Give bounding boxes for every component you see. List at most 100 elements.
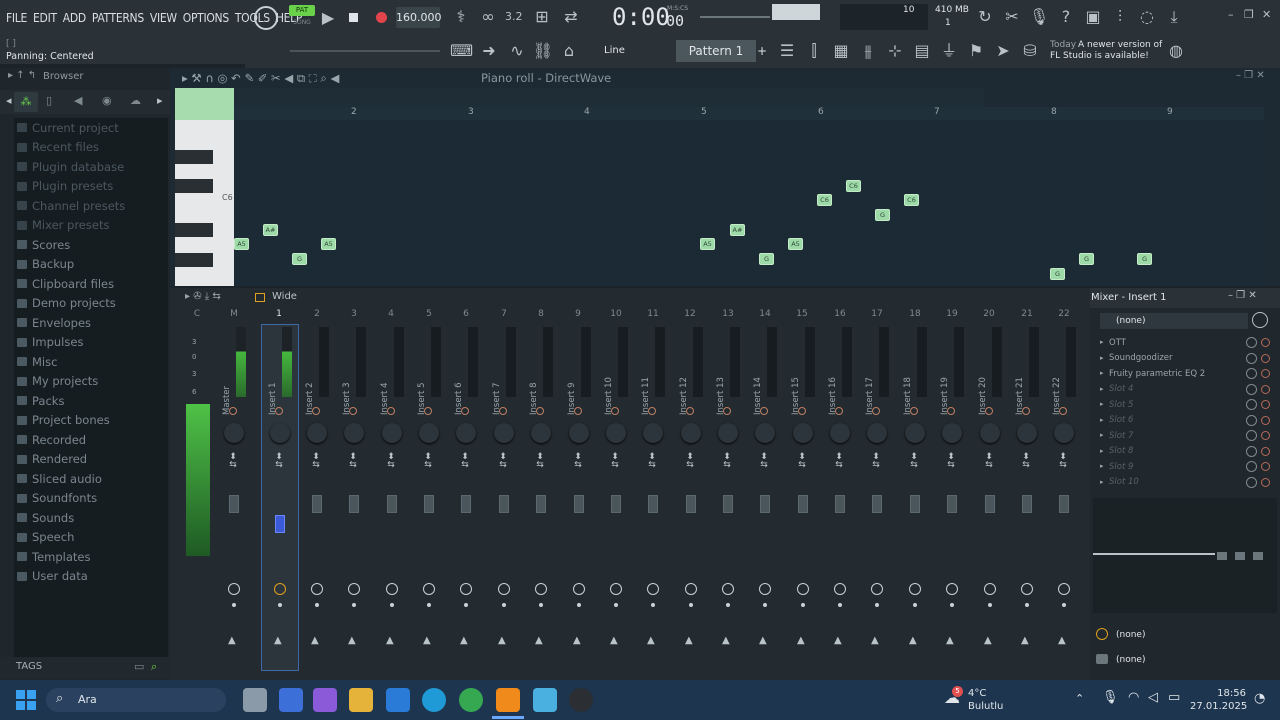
browser-item[interactable]: Plugin database bbox=[14, 157, 168, 177]
stereo-separation-icon[interactable]: ⬍ ⇆ bbox=[458, 453, 472, 470]
pattern-mode-button[interactable]: PAT bbox=[289, 5, 315, 16]
download-icon[interactable]: ⤓ bbox=[1164, 6, 1184, 28]
record-arm-icon[interactable] bbox=[535, 583, 547, 595]
menu-file[interactable]: FILE bbox=[6, 11, 27, 25]
stereo-separation-icon[interactable]: ⬍ ⇆ bbox=[645, 453, 659, 470]
record-arm-icon[interactable] bbox=[610, 583, 622, 595]
volume-fader[interactable] bbox=[910, 495, 920, 513]
plug-icon[interactable]: ⏚ bbox=[938, 40, 960, 62]
restore-icon[interactable]: ❐ bbox=[1244, 8, 1254, 21]
obs-icon[interactable] bbox=[569, 688, 593, 712]
send-arrow-icon[interactable]: ▲ bbox=[274, 635, 282, 646]
route-dot[interactable] bbox=[689, 603, 693, 607]
stereo-separation-icon[interactable]: ⬍ ⇆ bbox=[571, 453, 585, 470]
browser-item[interactable]: Soundfonts bbox=[14, 489, 168, 509]
main-pitch-slider[interactable] bbox=[290, 50, 440, 52]
send-arrow-icon[interactable]: ▲ bbox=[386, 635, 394, 646]
stereo-separation-icon[interactable]: ⬍ ⇆ bbox=[1056, 453, 1070, 470]
volume-fader[interactable] bbox=[798, 495, 808, 513]
cloud-tab-icon[interactable]: ☁ bbox=[130, 94, 141, 107]
stereo-dot-icon[interactable] bbox=[760, 407, 768, 415]
note[interactable]: C6 bbox=[817, 194, 832, 206]
effect-slot[interactable]: ▸ Slot 5 bbox=[1093, 397, 1277, 413]
browser-item[interactable]: Plugin presets bbox=[14, 177, 168, 197]
stereo-dot-icon[interactable] bbox=[312, 407, 320, 415]
playlist-icon[interactable]: ☰ bbox=[776, 40, 798, 62]
send-arrow-icon[interactable]: ▲ bbox=[311, 635, 319, 646]
mixer-strip[interactable]: Insert 16 ⬍ ⇆ ▲ bbox=[822, 325, 858, 670]
eq-band-slider[interactable] bbox=[1217, 552, 1227, 560]
browser-item[interactable]: Backup bbox=[14, 255, 168, 275]
outlook-icon[interactable] bbox=[386, 688, 410, 712]
browser-icon[interactable]: ▤ bbox=[911, 40, 933, 62]
stem-icon[interactable]: ⚑ bbox=[965, 40, 987, 62]
input-selector[interactable]: (none) bbox=[1100, 313, 1248, 329]
send-arrow-icon[interactable]: ▲ bbox=[1058, 635, 1066, 646]
metronome-icon[interactable]: ⚕ bbox=[450, 6, 472, 28]
mixer-strip[interactable]: Insert 20 ⬍ ⇆ ▲ bbox=[972, 325, 1008, 670]
send-arrow-icon[interactable]: ▲ bbox=[460, 635, 468, 646]
route-dot[interactable] bbox=[913, 603, 917, 607]
pan-knob[interactable] bbox=[224, 423, 244, 443]
route-dot[interactable] bbox=[232, 603, 236, 607]
mixer-strip[interactable]: Insert 18 ⬍ ⇆ ▲ bbox=[897, 325, 933, 670]
speaker-tab-icon[interactable]: ◀ bbox=[74, 94, 82, 107]
volume-fader[interactable] bbox=[611, 495, 621, 513]
stereo-separation-icon[interactable]: ⬍ ⇆ bbox=[272, 453, 286, 470]
record-arm-icon[interactable] bbox=[871, 583, 883, 595]
send-icon[interactable]: ➤ bbox=[992, 40, 1014, 62]
arrow-left-icon[interactable]: ◂ bbox=[6, 94, 12, 107]
send-arrow-icon[interactable]: ▲ bbox=[228, 635, 236, 646]
browser-item[interactable]: Current project bbox=[14, 118, 168, 138]
slot-mute-toggle[interactable] bbox=[1261, 477, 1270, 487]
all-tab-icon[interactable]: ⁂ bbox=[14, 92, 38, 112]
edge-icon[interactable] bbox=[422, 688, 446, 712]
effect-slot[interactable]: ▸ Slot 4 bbox=[1093, 382, 1277, 398]
output-selector[interactable]: (none) bbox=[1116, 630, 1145, 640]
pan-knob[interactable] bbox=[382, 423, 402, 443]
record-arm-icon[interactable] bbox=[722, 583, 734, 595]
note[interactable]: A5 bbox=[234, 238, 249, 250]
send-arrow-icon[interactable]: ▲ bbox=[759, 635, 767, 646]
chat-icon[interactable]: ◌ bbox=[1137, 6, 1157, 28]
slot-mix-knob[interactable] bbox=[1246, 461, 1257, 472]
song-mode-button[interactable]: SONG bbox=[289, 19, 315, 29]
volume-fader[interactable] bbox=[686, 495, 696, 513]
black-key[interactable] bbox=[175, 179, 213, 193]
note[interactable]: G bbox=[1137, 253, 1152, 265]
eq-graph[interactable] bbox=[1093, 498, 1277, 613]
stereo-dot-icon[interactable] bbox=[985, 407, 993, 415]
pan-knob[interactable] bbox=[569, 423, 589, 443]
start-icon[interactable] bbox=[16, 690, 36, 710]
black-key[interactable] bbox=[175, 253, 213, 267]
mixer-strip[interactable]: Insert 7 ⬍ ⇆ ▲ bbox=[486, 325, 522, 670]
mixer-strip[interactable]: Insert 10 ⬍ ⇆ ▲ bbox=[598, 325, 634, 670]
effect-slot[interactable]: ▸ Slot 9 bbox=[1093, 459, 1277, 475]
task-view-icon[interactable] bbox=[243, 688, 267, 712]
pan-knob[interactable] bbox=[344, 423, 364, 443]
stereo-dot-icon[interactable] bbox=[349, 407, 357, 415]
note[interactable]: C6 bbox=[846, 180, 861, 192]
stereo-dot-icon[interactable] bbox=[1022, 407, 1030, 415]
stereo-dot-icon[interactable] bbox=[536, 407, 544, 415]
pan-knob[interactable] bbox=[307, 423, 327, 443]
step-edit-icon[interactable]: ⊞ bbox=[531, 6, 553, 28]
pan-knob[interactable] bbox=[531, 423, 551, 443]
slot-mute-toggle[interactable] bbox=[1261, 446, 1270, 456]
snap-selector[interactable]: Line bbox=[590, 42, 656, 60]
pan-knob[interactable] bbox=[793, 423, 813, 443]
clock-date[interactable]: 27.01.2025 bbox=[1190, 701, 1247, 712]
mixer-toggle-icon[interactable]: ⫶ bbox=[1110, 6, 1130, 28]
taskbar-search[interactable]: ⌕ Ara bbox=[46, 688, 226, 712]
record-arm-icon[interactable] bbox=[984, 583, 996, 595]
slot-mix-knob[interactable] bbox=[1246, 445, 1257, 457]
pan-knob[interactable] bbox=[755, 423, 775, 443]
browser-item[interactable]: User data bbox=[14, 567, 168, 587]
volume-fader[interactable] bbox=[648, 495, 658, 513]
send-arrow-icon[interactable]: ▲ bbox=[909, 635, 917, 646]
stereo-dot-icon[interactable] bbox=[798, 407, 806, 415]
stereo-separation-icon[interactable]: ⬍ ⇆ bbox=[869, 453, 883, 470]
volume-fader[interactable] bbox=[723, 495, 733, 513]
blend-notes-icon[interactable]: ⇄ bbox=[560, 6, 582, 28]
stereo-separation-icon[interactable]: ⬍ ⇆ bbox=[346, 453, 360, 470]
